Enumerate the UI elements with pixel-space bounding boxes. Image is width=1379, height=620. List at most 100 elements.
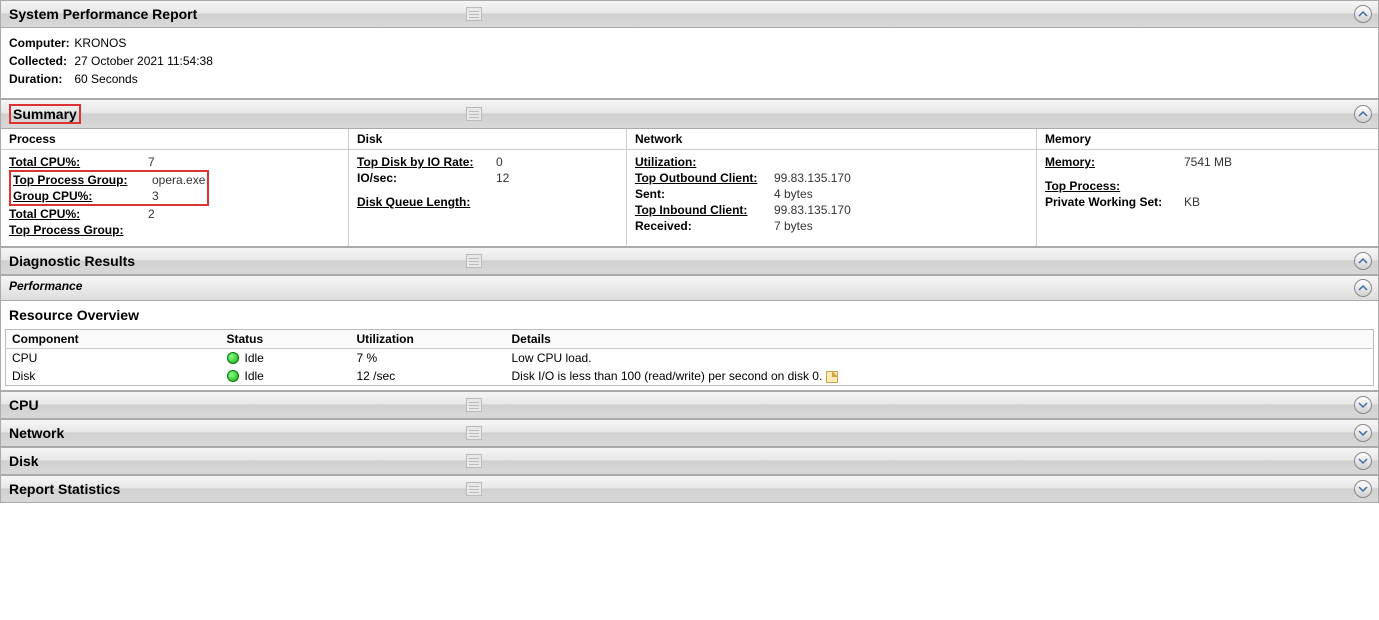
- cpu-title: CPU: [9, 397, 39, 413]
- col-details: Details: [506, 330, 1374, 349]
- cell-details: Disk I/O is less than 100 (read/write) p…: [512, 369, 823, 383]
- section-header-disk[interactable]: Disk: [0, 447, 1379, 475]
- computer-value: KRONOS: [74, 36, 126, 50]
- top-process-group-value: opera.exe: [148, 173, 205, 187]
- sent-value: 4 bytes: [770, 187, 813, 201]
- expand-button[interactable]: [1354, 396, 1372, 414]
- expand-button[interactable]: [1354, 424, 1372, 442]
- top-process-label: Top Process:: [1045, 179, 1180, 193]
- section-header-cpu[interactable]: CPU: [0, 391, 1379, 419]
- network-title: Network: [9, 425, 64, 441]
- iosec-label: IO/sec:: [357, 171, 492, 185]
- calendar-icon: [466, 398, 482, 412]
- iosec-value: 12: [492, 171, 509, 185]
- status-idle-icon: [227, 370, 239, 382]
- chevron-up-icon: [1358, 283, 1368, 293]
- received-value: 7 bytes: [770, 219, 813, 233]
- summary-col-network: Network Utilization: Top Outbound Client…: [627, 129, 1037, 246]
- top-process-group-label: Top Process Group:: [13, 173, 148, 187]
- performance-title: Performance: [9, 279, 82, 293]
- cell-util: 7 %: [351, 349, 506, 368]
- collapse-button[interactable]: [1354, 105, 1372, 123]
- collapse-button[interactable]: [1354, 5, 1372, 23]
- section-header-network[interactable]: Network: [0, 419, 1379, 447]
- report-title: System Performance Report: [9, 6, 197, 22]
- duration-value: 60 Seconds: [74, 72, 137, 86]
- section-header-report[interactable]: System Performance Report: [0, 0, 1379, 28]
- chevron-up-icon: [1358, 256, 1368, 266]
- disk-title: Disk: [9, 453, 39, 469]
- total-cpu2-label: Total CPU%:: [9, 207, 144, 221]
- chevron-down-icon: [1358, 428, 1368, 438]
- col-component: Component: [6, 330, 221, 349]
- cell-details: Low CPU load.: [506, 349, 1374, 368]
- disk-queue-label: Disk Queue Length:: [357, 195, 492, 209]
- calendar-icon: [466, 454, 482, 468]
- diagnostic-title: Diagnostic Results: [9, 253, 135, 269]
- report-info: Computer: KRONOS Collected: 27 October 2…: [0, 28, 1379, 99]
- calendar-icon: [466, 482, 482, 496]
- top-inbound-value: 99.83.135.170: [770, 203, 851, 217]
- total-cpu-label: Total CPU%:: [9, 155, 144, 169]
- note-icon[interactable]: [826, 371, 838, 383]
- stats-title: Report Statistics: [9, 481, 120, 497]
- process-highlight: Top Process Group:opera.exe Group CPU%:3: [9, 170, 209, 206]
- sent-label: Sent:: [635, 187, 770, 201]
- section-header-summary[interactable]: Summary: [0, 99, 1379, 129]
- col-status: Status: [221, 330, 351, 349]
- summary-body: Process Total CPU%:7 Top Process Group:o…: [0, 129, 1379, 247]
- computer-label: Computer:: [9, 36, 71, 50]
- table-row: Disk Idle 12 /sec Disk I/O is less than …: [6, 367, 1374, 386]
- calendar-icon: [466, 254, 482, 268]
- calendar-icon: [466, 107, 482, 121]
- collapse-button[interactable]: [1354, 252, 1372, 270]
- total-cpu-value: 7: [144, 155, 155, 169]
- expand-button[interactable]: [1354, 480, 1372, 498]
- summary-col-disk: Disk Top Disk by IO Rate:0 IO/sec:12 Dis…: [349, 129, 627, 246]
- status-idle-icon: [227, 352, 239, 364]
- calendar-icon: [466, 7, 482, 21]
- section-header-stats[interactable]: Report Statistics: [0, 475, 1379, 503]
- chevron-up-icon: [1358, 9, 1368, 19]
- duration-label: Duration:: [9, 72, 71, 86]
- memory-label: Memory:: [1045, 155, 1180, 169]
- top-process-group2-label: Top Process Group:: [9, 223, 144, 237]
- cell-component: Disk: [6, 367, 221, 386]
- col-utilization: Utilization: [351, 330, 506, 349]
- chevron-down-icon: [1358, 484, 1368, 494]
- summary-col-process: Process Total CPU%:7 Top Process Group:o…: [1, 129, 349, 246]
- expand-button[interactable]: [1354, 452, 1372, 470]
- cell-component: CPU: [6, 349, 221, 368]
- collected-label: Collected:: [9, 54, 71, 68]
- cell-util: 12 /sec: [351, 367, 506, 386]
- collapse-button[interactable]: [1354, 279, 1372, 297]
- chevron-up-icon: [1358, 109, 1368, 119]
- cell-status: Idle: [245, 369, 264, 383]
- resource-overview: Resource Overview Component Status Utili…: [0, 301, 1379, 391]
- group-cpu-label: Group CPU%:: [13, 189, 148, 203]
- pws-label: Private Working Set:: [1045, 195, 1180, 209]
- cell-status: Idle: [245, 351, 264, 365]
- memory-value: 7541 MB: [1180, 155, 1232, 169]
- chevron-down-icon: [1358, 400, 1368, 410]
- received-label: Received:: [635, 219, 770, 233]
- total-cpu2-value: 2: [144, 207, 155, 221]
- top-disk-io-label: Top Disk by IO Rate:: [357, 155, 492, 169]
- summary-col-memory: Memory Memory:7541 MB Top Process: Priva…: [1037, 129, 1378, 246]
- network-header: Network: [627, 129, 1036, 150]
- summary-highlight: Summary: [9, 104, 81, 124]
- top-inbound-label: Top Inbound Client:: [635, 203, 770, 217]
- top-outbound-label: Top Outbound Client:: [635, 171, 770, 185]
- calendar-icon: [466, 426, 482, 440]
- disk-header: Disk: [349, 129, 626, 150]
- sub-header-performance[interactable]: Performance: [0, 275, 1379, 301]
- resource-title: Resource Overview: [5, 305, 1374, 329]
- memory-header: Memory: [1037, 129, 1378, 150]
- collected-value: 27 October 2021 11:54:38: [74, 54, 213, 68]
- section-header-diagnostic[interactable]: Diagnostic Results: [0, 247, 1379, 275]
- top-outbound-value: 99.83.135.170: [770, 171, 851, 185]
- top-disk-io-value: 0: [492, 155, 503, 169]
- table-row: CPU Idle 7 % Low CPU load.: [6, 349, 1374, 368]
- group-cpu-value: 3: [148, 189, 159, 203]
- resource-table: Component Status Utilization Details CPU…: [5, 329, 1374, 386]
